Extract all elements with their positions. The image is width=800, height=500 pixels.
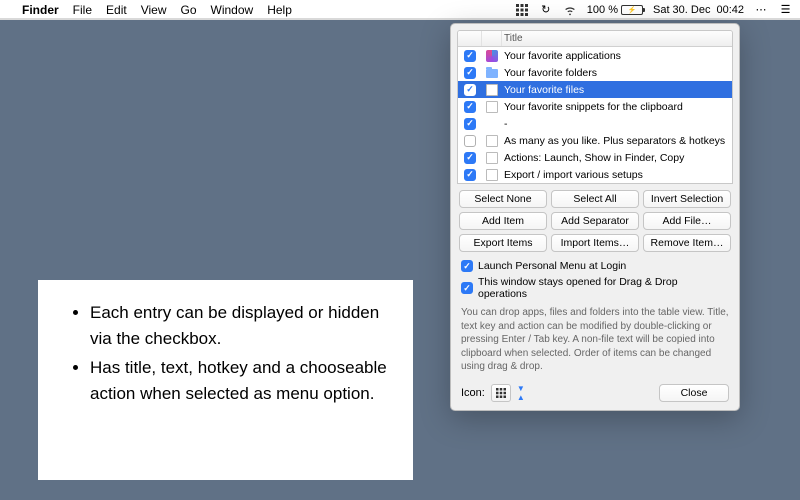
battery-percent-label: 100 %	[587, 4, 618, 16]
select-none-button[interactable]: Select None	[459, 190, 547, 208]
row-title[interactable]: As many as you like. Plus separators & h…	[502, 135, 732, 147]
add-item-button[interactable]: Add Item	[459, 212, 547, 230]
menubar-time: 00:42	[716, 4, 744, 16]
app-menubar-icon[interactable]	[515, 3, 529, 17]
table-row[interactable]: Your favorite folders	[458, 64, 732, 81]
doc-icon	[486, 152, 498, 164]
battery-indicator[interactable]: 100 % ⚡	[587, 4, 643, 16]
table-row[interactable]: Your favorite snippets for the clipboard	[458, 98, 732, 115]
icon-label: Icon:	[461, 387, 485, 399]
wifi-icon[interactable]	[563, 3, 577, 17]
menu-edit[interactable]: Edit	[106, 3, 127, 17]
table-row[interactable]: Actions: Launch, Show in Finder, Copy	[458, 149, 732, 166]
file-icon	[486, 84, 498, 96]
row-title[interactable]: Your favorite files	[502, 84, 732, 96]
row-visibility-checkbox[interactable]	[464, 50, 476, 62]
stays-open-label: This window stays opened for Drag & Drop…	[478, 276, 729, 300]
menubar-date: Sat 30. Dec	[653, 4, 710, 16]
icon-picker-dropdown-icon[interactable]: ▼▲	[517, 384, 525, 402]
row-title[interactable]: Your favorite snippets for the clipboard	[502, 101, 732, 113]
items-table[interactable]: Title Your favorite applications Your fav…	[457, 30, 733, 184]
remove-item-button[interactable]: Remove Item…	[643, 234, 731, 252]
info-card: Each entry can be displayed or hidden vi…	[38, 280, 413, 480]
add-separator-button[interactable]: Add Separator	[551, 212, 639, 230]
info-bullet-1: Each entry can be displayed or hidden vi…	[90, 300, 393, 351]
launch-at-login-checkbox[interactable]	[461, 260, 473, 272]
menu-window[interactable]: Window	[211, 3, 254, 17]
notification-center-icon[interactable]: ☰	[778, 3, 792, 17]
row-visibility-checkbox[interactable]	[464, 118, 476, 130]
help-text: You can drop apps, files and folders int…	[451, 304, 739, 380]
row-title[interactable]: Your favorite applications	[502, 50, 732, 62]
spotlight-icon[interactable]: ⋯	[754, 3, 768, 17]
menu-view[interactable]: View	[141, 3, 167, 17]
row-visibility-checkbox[interactable]	[464, 135, 476, 147]
table-row[interactable]: As many as you like. Plus separators & h…	[458, 132, 732, 149]
menu-go[interactable]: Go	[181, 3, 197, 17]
menu-app-name[interactable]: Finder	[22, 3, 59, 17]
table-row[interactable]: Your favorite applications	[458, 47, 732, 64]
table-row[interactable]: Export / import various setups	[458, 166, 732, 183]
menubar-clock[interactable]: Sat 30. Dec 00:42	[653, 4, 744, 16]
menu-bar: Finder File Edit View Go Window Help ↻ 1…	[0, 0, 800, 20]
invert-selection-button[interactable]: Invert Selection	[643, 190, 731, 208]
stays-open-checkbox[interactable]	[461, 282, 473, 294]
row-visibility-checkbox[interactable]	[464, 169, 476, 181]
select-all-button[interactable]: Select All	[551, 190, 639, 208]
sync-icon[interactable]: ↻	[539, 3, 553, 17]
table-row[interactable]: Your favorite files	[458, 81, 732, 98]
doc-icon	[486, 101, 498, 113]
row-visibility-checkbox[interactable]	[464, 67, 476, 79]
buttons-grid: Select None Select All Invert Selection …	[451, 190, 739, 252]
menu-file[interactable]: File	[73, 3, 92, 17]
import-items-button[interactable]: Import Items…	[551, 234, 639, 252]
row-visibility-checkbox[interactable]	[464, 84, 476, 96]
header-col-icon[interactable]	[482, 31, 502, 46]
header-col-checkbox[interactable]	[458, 31, 482, 46]
export-items-button[interactable]: Export Items	[459, 234, 547, 252]
menu-help[interactable]: Help	[267, 3, 292, 17]
app-icon	[486, 50, 498, 62]
close-button[interactable]: Close	[659, 384, 729, 402]
items-table-header: Title	[458, 31, 732, 47]
row-title[interactable]: -	[502, 118, 732, 130]
row-title[interactable]: Actions: Launch, Show in Finder, Copy	[502, 152, 732, 164]
row-title[interactable]: Export / import various setups	[502, 169, 732, 181]
doc-icon	[486, 135, 498, 147]
preferences-panel: Title Your favorite applications Your fav…	[450, 23, 740, 411]
folder-icon	[486, 69, 498, 78]
header-col-title[interactable]: Title	[502, 31, 732, 46]
battery-icon: ⚡	[621, 5, 643, 15]
row-title[interactable]: Your favorite folders	[502, 67, 732, 79]
row-visibility-checkbox[interactable]	[464, 152, 476, 164]
table-row[interactable]: -	[458, 115, 732, 132]
row-visibility-checkbox[interactable]	[464, 101, 476, 113]
doc-icon	[486, 169, 498, 181]
info-bullet-2: Has title, text, hotkey and a chooseable…	[90, 355, 393, 406]
icon-picker-button[interactable]	[491, 384, 511, 402]
launch-at-login-label: Launch Personal Menu at Login	[478, 260, 626, 272]
add-file-button[interactable]: Add File…	[643, 212, 731, 230]
